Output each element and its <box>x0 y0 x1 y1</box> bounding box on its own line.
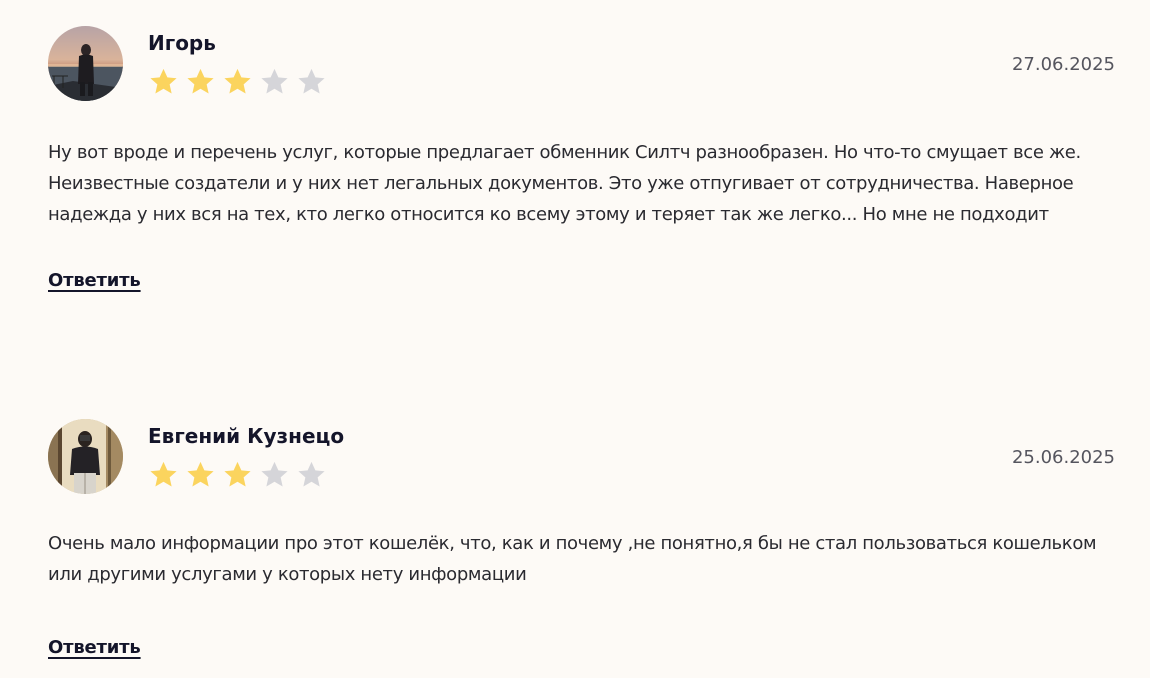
review-author: Евгений Кузнецо <box>148 424 345 448</box>
review-date: 25.06.2025 <box>1011 447 1115 468</box>
star-empty-icon <box>261 461 288 487</box>
reply-link[interactable]: Ответить <box>48 270 141 291</box>
review-text: Очень мало информации про этот кошелёк, … <box>48 533 1097 585</box>
star-empty-icon <box>298 68 325 94</box>
avatar-photo-icon <box>48 419 123 494</box>
star-filled-icon <box>224 68 251 94</box>
review-header: Евгений Кузнецо 25.06.2025 <box>48 419 1115 495</box>
review-card: Игорь 27.06.2025 Ну вот вроде и перечень… <box>48 26 1115 291</box>
reply-link[interactable]: Ответить <box>48 637 141 658</box>
review-header: Игорь 27.06.2025 <box>48 26 1115 102</box>
star-filled-icon <box>150 68 177 94</box>
review-text: Ну вот вроде и перечень услуг, которые п… <box>48 142 1081 225</box>
avatar <box>48 26 123 101</box>
star-filled-icon <box>150 461 177 487</box>
star-filled-icon <box>187 68 214 94</box>
review-card: Евгений Кузнецо 25.06.2025 Очень мало ин… <box>48 419 1115 658</box>
star-empty-icon <box>298 461 325 487</box>
star-rating <box>146 459 329 491</box>
star-filled-icon <box>187 461 214 487</box>
review-date: 27.06.2025 <box>1011 54 1115 75</box>
star-rating <box>146 66 329 98</box>
star-filled-icon <box>224 461 251 487</box>
star-empty-icon <box>261 68 288 94</box>
avatar <box>48 419 123 494</box>
avatar-photo-icon <box>48 26 123 101</box>
review-author: Игорь <box>148 31 216 55</box>
